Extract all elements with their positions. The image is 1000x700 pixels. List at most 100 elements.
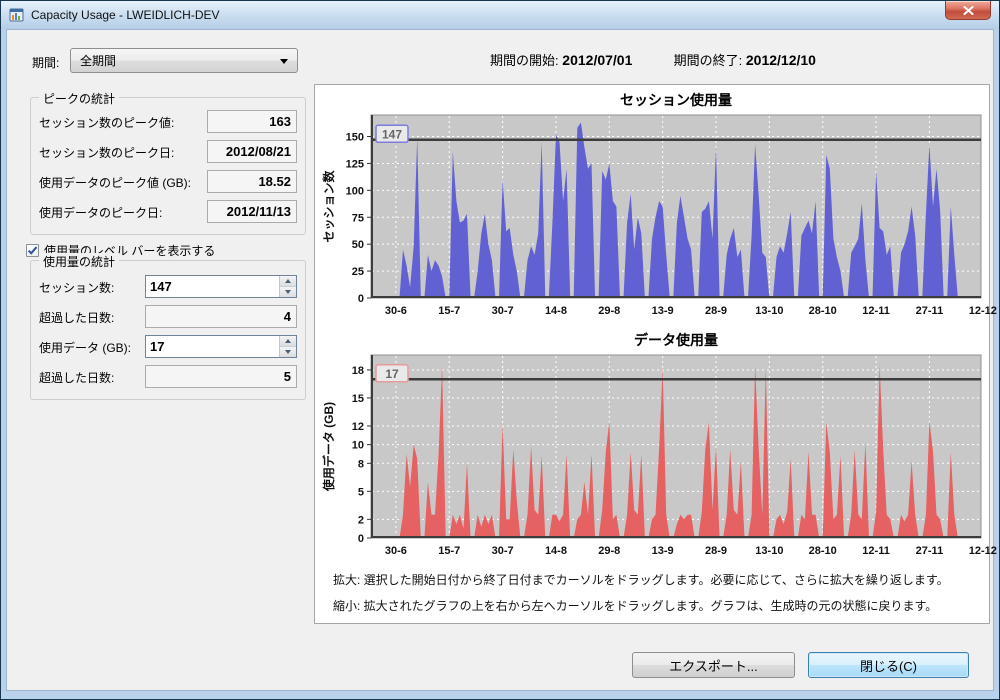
svg-text:29-8: 29-8 xyxy=(598,305,620,317)
svg-text:データ使用量: データ使用量 xyxy=(634,332,718,348)
svg-text:14-8: 14-8 xyxy=(545,545,567,557)
export-button[interactable]: エクスポート... xyxy=(632,652,795,678)
stat-row: 超過した日数: 4 xyxy=(39,305,297,329)
spin-down-icon xyxy=(285,290,291,294)
svg-text:13-9: 13-9 xyxy=(652,305,674,317)
svg-text:14-8: 14-8 xyxy=(545,305,567,317)
stat-label: 使用データのピーク値 (GB): xyxy=(39,174,191,191)
chevron-down-icon xyxy=(280,59,288,64)
close-icon xyxy=(962,6,975,15)
window-title: Capacity Usage - LWEIDLICH-DEV xyxy=(31,8,220,22)
data-usage-chart[interactable]: データ使用量1702581012151830-615-730-714-829-8… xyxy=(319,329,987,567)
period-value: 全期間 xyxy=(80,52,116,69)
svg-text:10: 10 xyxy=(352,440,364,452)
svg-text:5: 5 xyxy=(358,486,364,498)
spin-down-icon xyxy=(285,350,291,354)
stat-row: 使用データのピーク値 (GB): 18.52 xyxy=(39,170,297,194)
stat-label: 超過した日数: xyxy=(39,369,114,386)
zoom-in-instruction: 拡大: 選択した開始日付から終了日付までカーソルをドラッグします。必要に応じて、… xyxy=(333,571,949,588)
period-start-value: 2012/07/01 xyxy=(562,52,632,68)
period-end-value: 2012/12/10 xyxy=(746,52,816,68)
chart-panel: セッション使用量147025507510012515030-615-730-71… xyxy=(314,84,990,624)
svg-text:147: 147 xyxy=(382,127,402,141)
check-icon xyxy=(27,245,38,256)
peak-stats-group: ピークの統計 セッション数のピーク値: 163 セッション数のピーク日: 201… xyxy=(30,97,306,235)
sessions-level-input[interactable] xyxy=(146,276,279,297)
sessions-peak-value-field: 163 xyxy=(207,110,297,133)
svg-text:50: 50 xyxy=(352,239,364,251)
peak-stats-group-title: ピークの統計 xyxy=(39,90,119,107)
svg-text:28-10: 28-10 xyxy=(809,545,837,557)
svg-text:75: 75 xyxy=(352,212,364,224)
svg-text:0: 0 xyxy=(358,533,364,545)
svg-text:28-9: 28-9 xyxy=(705,305,727,317)
spin-down-button[interactable] xyxy=(280,287,296,297)
close-dialog-button[interactable]: 閉じる(C) xyxy=(808,652,969,678)
svg-text:30-7: 30-7 xyxy=(492,305,514,317)
svg-text:27-11: 27-11 xyxy=(916,545,944,557)
svg-text:27-11: 27-11 xyxy=(916,305,944,317)
svg-text:12: 12 xyxy=(352,421,364,433)
period-header: 期間の開始: 2012/07/01 期間の終了: 2012/12/10 xyxy=(317,50,989,69)
svg-text:13-10: 13-10 xyxy=(755,305,783,317)
svg-text:100: 100 xyxy=(346,185,364,197)
stat-label: 超過した日数: xyxy=(39,309,114,326)
data-peak-value-field: 18.52 xyxy=(207,170,297,193)
stat-label: セッション数のピーク日: xyxy=(39,144,174,161)
svg-text:13-9: 13-9 xyxy=(652,545,674,557)
svg-text:125: 125 xyxy=(346,158,364,170)
stat-row: 超過した日数: 5 xyxy=(39,365,297,389)
period-start-label: 期間の開始: xyxy=(490,53,559,68)
usage-stats-group-title: 使用量の統計 xyxy=(39,253,119,270)
close-button[interactable] xyxy=(945,1,991,20)
spin-up-icon xyxy=(285,279,291,283)
svg-text:30-7: 30-7 xyxy=(492,545,514,557)
svg-text:セッション使用量: セッション使用量 xyxy=(620,92,732,108)
stat-label: セッション数のピーク値: xyxy=(39,114,174,131)
data-level-spinner xyxy=(145,335,297,358)
sessions-exceeded-days-field: 4 xyxy=(145,305,297,328)
svg-text:使用データ (GB): 使用データ (GB) xyxy=(321,402,336,492)
svg-text:13-10: 13-10 xyxy=(755,545,783,557)
spin-up-button[interactable] xyxy=(280,336,296,347)
spinner-buttons xyxy=(279,336,296,357)
svg-text:28-10: 28-10 xyxy=(809,305,837,317)
svg-text:2: 2 xyxy=(358,514,364,526)
svg-text:25: 25 xyxy=(352,266,364,278)
spinner-buttons xyxy=(279,276,296,297)
svg-text:18: 18 xyxy=(352,365,364,377)
svg-text:28-9: 28-9 xyxy=(705,545,727,557)
sessions-usage-chart[interactable]: セッション使用量147025507510012515030-615-730-71… xyxy=(319,89,987,327)
stat-row: 使用データ (GB): xyxy=(39,335,297,359)
svg-text:30-6: 30-6 xyxy=(385,545,407,557)
svg-text:29-8: 29-8 xyxy=(598,545,620,557)
data-level-input[interactable] xyxy=(146,336,279,357)
title-bar[interactable]: Capacity Usage - LWEIDLICH-DEV xyxy=(1,1,999,29)
svg-text:15: 15 xyxy=(352,393,364,405)
stat-label: 使用データ (GB): xyxy=(39,339,131,356)
svg-text:12-11: 12-11 xyxy=(862,305,890,317)
data-peak-date-field: 2012/11/13 xyxy=(207,200,297,223)
app-icon xyxy=(9,7,25,23)
spin-up-icon xyxy=(285,339,291,343)
stat-row: セッション数: xyxy=(39,275,297,299)
level-bar-checkbox[interactable] xyxy=(26,244,39,257)
stat-label: セッション数: xyxy=(39,279,114,296)
spin-down-button[interactable] xyxy=(280,347,296,357)
period-end-label: 期間の終了: xyxy=(674,53,743,68)
svg-text:12-12: 12-12 xyxy=(969,545,997,557)
capacity-usage-dialog: Capacity Usage - LWEIDLICH-DEV 期間: 全期間 ピ… xyxy=(0,0,1000,700)
svg-text:8: 8 xyxy=(358,458,364,470)
stat-row: 使用データのピーク日: 2012/11/13 xyxy=(39,200,297,224)
svg-text:30-6: 30-6 xyxy=(385,305,407,317)
stat-row: セッション数のピーク値: 163 xyxy=(39,110,297,134)
sessions-level-spinner xyxy=(145,275,297,298)
data-exceeded-days-field: 5 xyxy=(145,365,297,388)
spin-up-button[interactable] xyxy=(280,276,296,287)
svg-text:セッション数: セッション数 xyxy=(321,170,336,243)
period-select[interactable]: 全期間 xyxy=(70,48,298,73)
svg-text:12-11: 12-11 xyxy=(862,545,890,557)
svg-text:150: 150 xyxy=(346,132,364,144)
svg-text:15-7: 15-7 xyxy=(438,305,460,317)
svg-text:12-12: 12-12 xyxy=(969,305,997,317)
